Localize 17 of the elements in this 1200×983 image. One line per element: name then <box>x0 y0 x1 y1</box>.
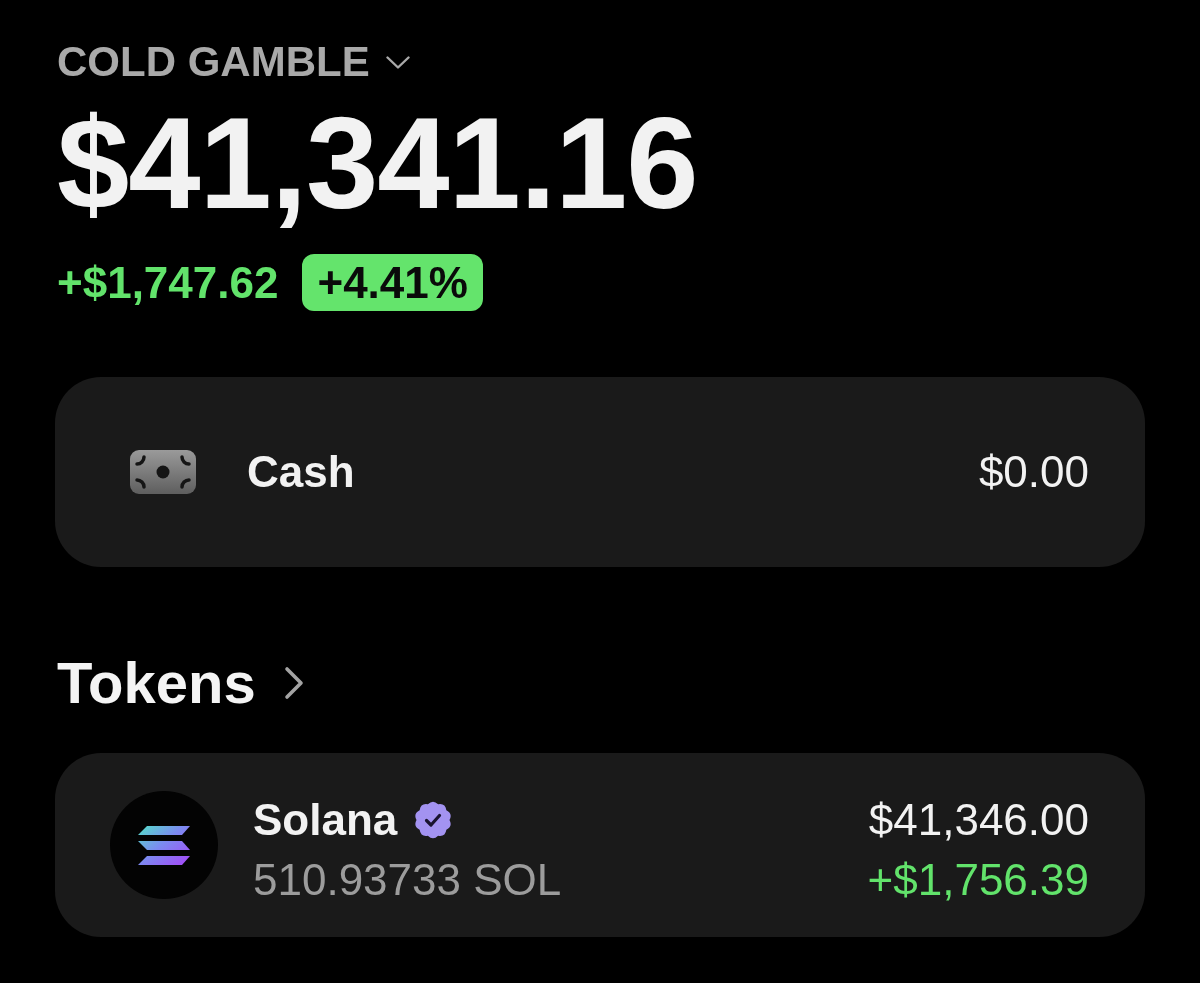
token-logo-icon <box>110 791 218 899</box>
token-value: $41,346.00 <box>868 794 1089 846</box>
total-balance: $41,341.16 <box>56 98 698 228</box>
percent-change-badge: +4.41% <box>302 254 483 311</box>
token-name: Solana <box>253 794 398 846</box>
banknote-icon <box>130 450 196 494</box>
balance-change: +$1,747.62 <box>57 256 279 309</box>
cash-label: Cash <box>247 446 355 498</box>
account-switcher[interactable]: COLD GAMBLE <box>55 37 410 87</box>
token-change: +$1,756.39 <box>867 854 1089 906</box>
cash-card[interactable]: Cash $0.00 <box>55 377 1145 567</box>
tokens-link[interactable]: Tokens <box>55 648 304 718</box>
token-card[interactable]: Solana 510.93733 SOL $41,346.00 +$1,756.39 <box>55 753 1145 937</box>
chevron-down-icon <box>385 55 410 69</box>
chevron-right-icon <box>283 666 304 700</box>
cash-value: $0.00 <box>978 446 1089 498</box>
token-amount: 510.93733 SOL <box>253 854 562 906</box>
